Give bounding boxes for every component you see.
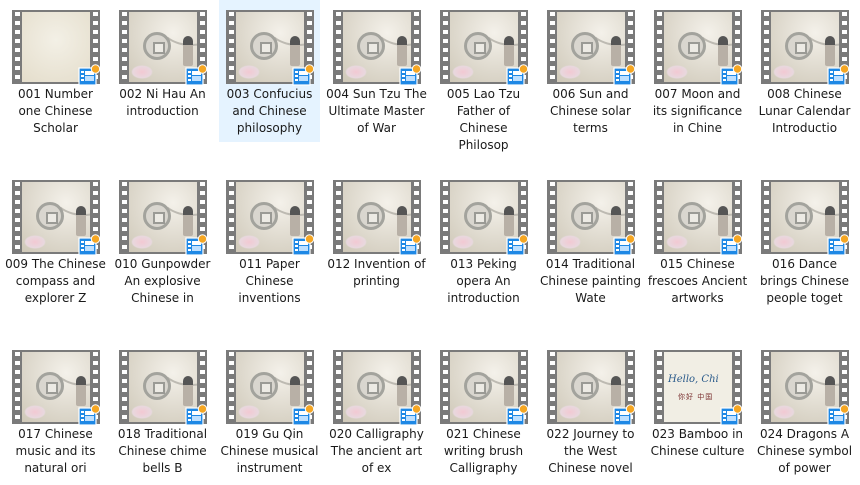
file-item[interactable]: 011 Paper Chinese inventions — [219, 170, 320, 312]
file-name: 008 Chinese Lunar Calendar Introductio — [758, 87, 851, 135]
file-item[interactable]: 013 Peking opera An introduction — [433, 170, 534, 312]
file-item[interactable]: 024 Dragons A Chinese symbol of power — [754, 340, 855, 482]
video-badge-icon — [613, 404, 636, 426]
file-name: 010 Gunpowder An explosive Chinese in — [114, 257, 211, 305]
file-name: 001 Number one Chinese Scholar — [18, 87, 93, 135]
video-badge-icon — [78, 64, 101, 86]
file-name: 017 Chinese music and its natural ori — [15, 427, 96, 475]
film-strip-left — [333, 350, 343, 424]
video-badge-icon — [506, 404, 529, 426]
file-name: 022 Journey to the West Chinese novel — [546, 427, 635, 475]
film-strip-left — [547, 350, 557, 424]
file-name: 005 Lao Tzu Father of Chinese Philosop — [446, 87, 521, 152]
video-badge-icon — [185, 64, 208, 86]
film-strip-left — [119, 350, 129, 424]
film-strip-left — [547, 10, 557, 84]
film-strip-left — [761, 350, 771, 424]
file-name: 021 Chinese writing brush Calligraphy — [443, 427, 524, 475]
file-item[interactable]: 001 Number one Chinese Scholar — [5, 0, 106, 142]
video-badge-icon — [720, 234, 743, 256]
video-badge-icon — [506, 234, 529, 256]
file-item[interactable]: 019 Gu Qin Chinese musical instrument — [219, 340, 320, 482]
video-badge-icon — [292, 64, 315, 86]
file-item[interactable]: 009 The Chinese compass and explorer Z — [5, 170, 106, 312]
thumbnail-title: Hello, Chi — [668, 374, 719, 385]
file-name: 013 Peking opera An introduction — [447, 257, 520, 305]
file-name: 023 Bamboo in Chinese culture — [650, 427, 745, 458]
file-item[interactable]: 016 Dance brings Chinese people toget — [754, 170, 855, 312]
file-item[interactable]: 003 Confucius and Chinese philosophy — [219, 0, 320, 142]
video-badge-icon — [292, 404, 315, 426]
film-strip-left — [226, 10, 236, 84]
file-name: 018 Traditional Chinese chime bells B — [117, 427, 208, 475]
file-item[interactable]: 018 Traditional Chinese chime bells B — [112, 340, 213, 482]
video-badge-icon — [827, 64, 850, 86]
file-name: 002 Ni Hau An introduction — [119, 87, 206, 118]
file-item[interactable]: 005 Lao Tzu Father of Chinese Philosop — [433, 0, 534, 152]
file-item[interactable]: 017 Chinese music and its natural ori — [5, 340, 106, 482]
file-item[interactable]: 021 Chinese writing brush Calligraphy — [433, 340, 534, 482]
video-badge-icon — [78, 234, 101, 256]
film-strip-left — [440, 180, 450, 254]
film-strip-left — [12, 10, 22, 84]
film-strip-left — [333, 10, 343, 84]
video-badge-icon — [720, 64, 743, 86]
file-item[interactable]: 015 Chinese frescoes Ancient artworks — [647, 170, 748, 312]
video-badge-icon — [827, 404, 850, 426]
video-badge-icon — [78, 404, 101, 426]
file-name: 003 Confucius and Chinese philosophy — [226, 87, 313, 135]
film-strip-left — [761, 10, 771, 84]
file-item[interactable]: 004 Sun Tzu The Ultimate Master of War — [326, 0, 427, 142]
file-name: 007 Moon and its significance in Chine — [652, 87, 743, 135]
film-strip-left — [440, 350, 450, 424]
video-badge-icon — [720, 404, 743, 426]
video-badge-icon — [613, 234, 636, 256]
file-item[interactable]: 020 Calligraphy The ancient art of ex — [326, 340, 427, 482]
film-strip-left — [761, 180, 771, 254]
file-name: 016 Dance brings Chinese people toget — [759, 257, 850, 305]
video-badge-icon — [185, 234, 208, 256]
video-badge-icon — [827, 234, 850, 256]
file-name: 012 Invention of printing — [327, 257, 426, 288]
file-item[interactable]: 022 Journey to the West Chinese novel — [540, 340, 641, 482]
video-badge-icon — [185, 404, 208, 426]
film-strip-left — [654, 350, 664, 424]
film-strip-left — [12, 350, 22, 424]
film-strip-left — [654, 180, 664, 254]
file-name: 009 The Chinese compass and explorer Z — [5, 257, 106, 305]
file-grid: 001 Number one Chinese Scholar 002 Ni Ha… — [0, 0, 860, 485]
film-strip-left — [226, 350, 236, 424]
film-strip-left — [654, 10, 664, 84]
file-name: 006 Sun and Chinese solar terms — [550, 87, 631, 135]
file-name: 014 Traditional Chinese painting Wate — [540, 257, 641, 305]
file-item[interactable]: 008 Chinese Lunar Calendar Introductio — [754, 0, 855, 142]
film-strip-left — [333, 180, 343, 254]
video-badge-icon — [506, 64, 529, 86]
file-item[interactable]: 012 Invention of printing — [326, 170, 427, 312]
file-item[interactable]: 014 Traditional Chinese painting Wate — [540, 170, 641, 312]
file-name: 024 Dragons A Chinese symbol of power — [756, 427, 853, 475]
film-strip-left — [226, 180, 236, 254]
film-strip-left — [440, 10, 450, 84]
file-item[interactable]: 002 Ni Hau An introduction — [112, 0, 213, 142]
video-badge-icon — [613, 64, 636, 86]
video-badge-icon — [399, 234, 422, 256]
file-item[interactable]: 007 Moon and its significance in Chine — [647, 0, 748, 142]
film-strip-left — [119, 10, 129, 84]
video-badge-icon — [399, 404, 422, 426]
video-badge-icon — [399, 64, 422, 86]
file-name: 011 Paper Chinese inventions — [238, 257, 301, 305]
thumbnail-subtitle: 你好 中国 — [678, 393, 714, 401]
file-name: 020 Calligraphy The ancient art of ex — [329, 427, 424, 475]
file-name: 004 Sun Tzu The Ultimate Master of War — [326, 87, 427, 135]
file-item[interactable]: 006 Sun and Chinese solar terms — [540, 0, 641, 142]
file-item[interactable]: 010 Gunpowder An explosive Chinese in — [112, 170, 213, 312]
film-strip-left — [12, 180, 22, 254]
file-name: 015 Chinese frescoes Ancient artworks — [647, 257, 748, 305]
film-strip-left — [119, 180, 129, 254]
video-badge-icon — [292, 234, 315, 256]
film-strip-left — [547, 180, 557, 254]
file-item[interactable]: Hello, Chi 你好 中国 023 Bamboo in Chinese c… — [647, 340, 748, 482]
file-name: 019 Gu Qin Chinese musical instrument — [220, 427, 319, 475]
